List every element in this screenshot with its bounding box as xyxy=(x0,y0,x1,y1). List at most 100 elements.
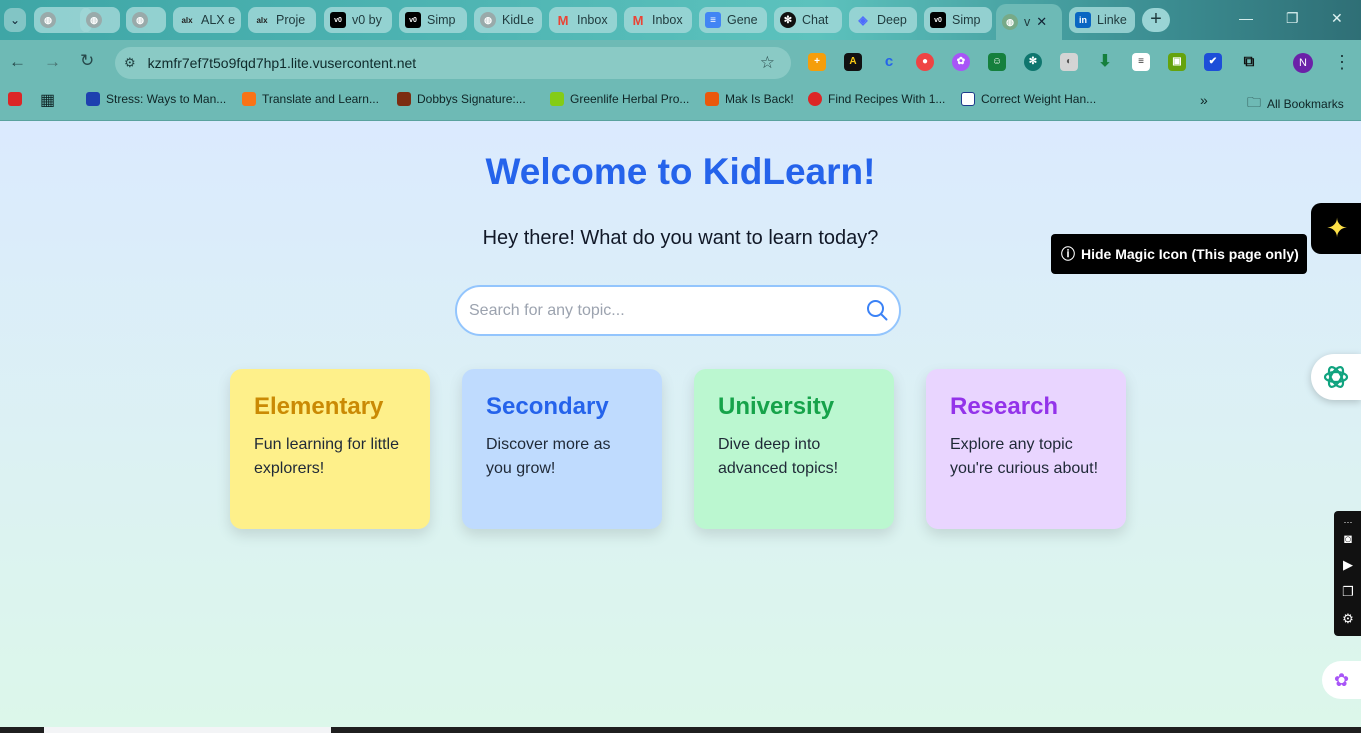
tab-title: Linke xyxy=(1097,13,1127,27)
alx-icon: alx xyxy=(256,15,268,25)
camera-icon[interactable]: ◙ xyxy=(1339,530,1357,548)
tab-3[interactable]: ◍ xyxy=(126,7,166,33)
bookmark-item[interactable]: Correct Weight Han... xyxy=(961,92,1096,106)
all-bookmarks-folder[interactable]: 🗀 All Bookmarks xyxy=(1247,92,1344,116)
v0-icon: v0 xyxy=(405,12,421,28)
bookmark-item[interactable]: Translate and Learn... xyxy=(242,92,379,106)
tooltip-text: Hide Magic Icon (This page only) xyxy=(1081,246,1299,262)
openai-icon xyxy=(1323,366,1349,388)
brain-extension-button[interactable]: ✿ xyxy=(1322,661,1361,699)
extension-icon[interactable]: ✔ xyxy=(1204,53,1222,71)
extension-icon[interactable]: A xyxy=(844,53,862,71)
extension-icon[interactable]: + xyxy=(808,53,826,71)
tab-strip: ⌄ ◍ ◍ ◍ alx ALX e alx Proje v0 v0 by v0 … xyxy=(0,0,1361,40)
profile-avatar[interactable]: N xyxy=(1293,53,1313,73)
tab-title: Proje xyxy=(276,13,306,27)
bookmark-item[interactable]: Dobbys Signature:... xyxy=(397,92,526,106)
tab-2[interactable]: ◍ xyxy=(80,7,120,33)
forward-icon[interactable]: → xyxy=(44,52,61,72)
bookmark-star-icon[interactable]: ☆ xyxy=(760,53,775,73)
extension-icon[interactable]: ☺ xyxy=(988,53,1006,71)
taskbar-strip xyxy=(0,727,1361,733)
tab-11[interactable]: ≡ Gene xyxy=(699,7,767,33)
tab-16[interactable]: in Linke xyxy=(1069,7,1135,33)
brain-icon: ✿ xyxy=(1333,669,1350,690)
linkedin-icon: in xyxy=(1075,12,1091,28)
new-tab-button[interactable]: + xyxy=(1142,8,1170,32)
tab-search-button[interactable]: ⌄ xyxy=(4,8,26,32)
bookmark-item[interactable]: Find Recipes With 1... xyxy=(808,92,945,106)
extension-icon[interactable]: ▣ xyxy=(1168,53,1186,71)
card-description: Discover more as you grow! xyxy=(486,436,611,477)
tab-8[interactable]: ◍ KidLe xyxy=(474,7,542,33)
close-icon[interactable]: ✕ xyxy=(1036,14,1047,30)
card-research[interactable]: Research Explore any topic you're curiou… xyxy=(926,369,1126,529)
search-icon[interactable] xyxy=(865,298,889,322)
bookmark-item[interactable]: Stress: Ways to Man... xyxy=(86,92,226,106)
tab-title: Gene xyxy=(727,13,758,27)
chatgpt-float-button[interactable] xyxy=(1311,354,1361,400)
tab-5[interactable]: alx Proje xyxy=(248,7,316,33)
apps-grid-icon[interactable]: ▦ xyxy=(40,90,55,110)
extension-icon[interactable]: ● xyxy=(916,53,934,71)
card-description: Explore any topic you're curious about! xyxy=(950,436,1099,477)
tab-4[interactable]: alx ALX e xyxy=(173,7,241,33)
tab-13[interactable]: ◈ Deep xyxy=(849,7,917,33)
download-icon[interactable]: ⬇ xyxy=(1096,53,1114,71)
globe-icon: ◍ xyxy=(480,12,496,28)
back-icon[interactable]: ← xyxy=(9,52,26,72)
url-text[interactable]: kzmfr7ef7t5o9fqd7hp1.lite.vusercontent.n… xyxy=(148,55,417,71)
card-elementary[interactable]: Elementary Fun learning for little explo… xyxy=(230,369,430,529)
close-window-icon[interactable]: ✕ xyxy=(1331,10,1343,27)
video-icon[interactable]: ▶ xyxy=(1339,556,1357,574)
tab-12[interactable]: ✻ Chat xyxy=(774,7,842,33)
tab-active[interactable]: ◍ v ✕ xyxy=(996,4,1062,40)
card-description: Fun learning for little explorers! xyxy=(254,436,399,477)
tab-title: ALX e xyxy=(201,13,236,27)
bookmark-item[interactable]: Greenlife Herbal Pro... xyxy=(550,92,689,106)
globe-icon: ◍ xyxy=(40,12,56,28)
tab-10[interactable]: M Inbox xyxy=(624,7,692,33)
extension-icon[interactable]: ◐ xyxy=(1060,53,1078,71)
chatgpt-extension-icon[interactable]: ✻ xyxy=(1024,53,1042,71)
more-icon[interactable]: ⋯ xyxy=(1339,513,1357,531)
card-secondary[interactable]: Secondary Discover more as you grow! xyxy=(462,369,662,529)
docs-icon: ≡ xyxy=(705,12,721,28)
menu-icon[interactable]: ⋮ xyxy=(1333,52,1351,73)
extension-icon[interactable]: ≡ xyxy=(1132,53,1150,71)
puzzle-icon[interactable]: ⧉ xyxy=(1240,53,1258,71)
bookmark-app-icon[interactable] xyxy=(8,92,22,106)
windows-icon[interactable]: ❐ xyxy=(1339,583,1357,601)
tab-7[interactable]: v0 Simp xyxy=(399,7,467,33)
card-university[interactable]: University Dive deep into advanced topic… xyxy=(694,369,894,529)
site-info-icon[interactable]: ⚙ xyxy=(124,55,136,71)
extension-icon[interactable]: c xyxy=(880,53,898,71)
bookmark-item[interactable]: Mak Is Back! xyxy=(705,92,794,106)
tab-14[interactable]: v0 Simp xyxy=(924,7,992,33)
v0-icon: v0 xyxy=(930,12,946,28)
tab-9[interactable]: M Inbox xyxy=(549,7,617,33)
address-bar[interactable]: ⚙ kzmfr7ef7t5o9fqd7hp1.lite.vusercontent… xyxy=(115,47,791,79)
gmail-icon: M xyxy=(557,12,569,28)
card-description: Dive deep into advanced topics! xyxy=(718,436,839,477)
alx-icon: alx xyxy=(181,15,193,25)
capture-toolbar: ⋯ ◙ ▶ ❐ ⚙ xyxy=(1334,511,1361,636)
tab-title: v0 by xyxy=(352,13,382,27)
extension-icon[interactable]: ✿ xyxy=(952,53,970,71)
card-title: Elementary xyxy=(254,393,384,420)
minimize-icon[interactable]: — xyxy=(1239,10,1253,26)
globe-icon: ◍ xyxy=(132,12,148,28)
tab-title: Deep xyxy=(877,13,907,27)
hide-magic-icon-tooltip[interactable]: ⓘ Hide Magic Icon (This page only) xyxy=(1051,234,1307,274)
magic-sparkle-button[interactable]: ✦ xyxy=(1311,203,1361,254)
more-bookmarks-icon[interactable]: » xyxy=(1200,92,1208,108)
tab-title: Inbox xyxy=(652,13,683,27)
reload-icon[interactable]: ↻ xyxy=(80,51,94,71)
tab-title: v xyxy=(1024,15,1031,29)
gear-icon[interactable]: ⚙ xyxy=(1339,610,1357,628)
restore-icon[interactable]: ❐ xyxy=(1286,10,1299,27)
card-title: University xyxy=(718,393,835,420)
tab-6[interactable]: v0 v0 by xyxy=(324,7,392,33)
search-input[interactable] xyxy=(469,297,849,325)
page-content: Welcome to KidLearn! Hey there! What do … xyxy=(0,121,1361,727)
